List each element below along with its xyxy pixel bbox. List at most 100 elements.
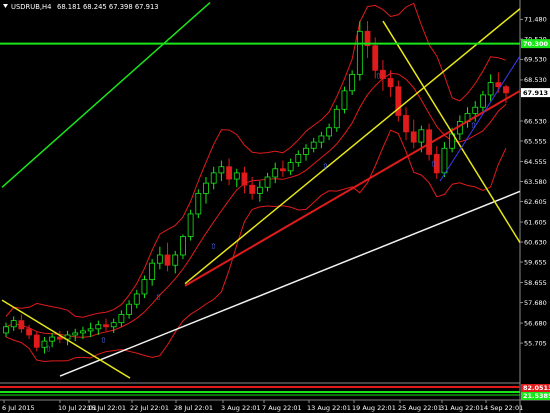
candle-body	[72, 332, 79, 336]
candle-body	[110, 322, 117, 328]
candle-body	[226, 166, 232, 180]
candle-body	[33, 334, 40, 348]
price-tick-label: 64.555	[524, 158, 547, 166]
candle-body	[172, 254, 179, 266]
candle-body	[180, 236, 186, 256]
price-tick-label: 55.705	[524, 339, 547, 347]
level-tag: 70.300	[521, 39, 550, 49]
candle-body	[387, 78, 394, 88]
signal-arrow-icon: ⇧	[430, 160, 437, 169]
candle-body	[295, 154, 302, 164]
time-tick-label: 4 Sep 22:01	[484, 404, 523, 412]
time-tick-label: 6 Jul 2015	[2, 404, 35, 412]
candle-body	[80, 330, 86, 334]
candle-body	[264, 176, 271, 188]
candle-body	[249, 184, 256, 194]
candle-body	[495, 82, 502, 88]
signal-arrow-icon: ⇧	[375, 72, 382, 81]
candle-body	[480, 94, 486, 108]
signal-arrow-icon: ⇧	[155, 293, 162, 302]
candle-body	[141, 279, 148, 295]
candle-body	[403, 115, 409, 133]
candle-body	[10, 320, 17, 328]
candle-body	[195, 193, 202, 215]
signal-arrow-icon: ⇧	[100, 336, 107, 345]
price-chart[interactable]: ⇧⇧⇧⇧⇧⇧⇧⇧ 71.48070.52069.53068.53066.5306…	[0, 0, 550, 413]
time-tick-label: 31 Aug 22:01	[440, 404, 484, 412]
candle-body	[149, 262, 156, 280]
ohlc-values: 68.181 68.245 67.398 67.913	[57, 3, 159, 11]
indicator-red-value: 82.0513	[523, 384, 550, 392]
candle-body	[341, 90, 348, 110]
signal-arrow-icon: ⇧	[45, 344, 52, 353]
time-tick-label: 25 Aug 22:01	[398, 404, 442, 412]
time-tick-label: 7 Aug 22:01	[262, 404, 302, 412]
signal-arrow-icon: ⇧	[210, 242, 217, 251]
candle-body	[326, 127, 332, 137]
candle-body	[56, 336, 63, 340]
candle-body	[126, 303, 132, 315]
price-tick-label: 57.680	[524, 299, 547, 307]
price-tick-label: 56.680	[524, 319, 547, 327]
current-price-label: 67.913	[523, 89, 548, 97]
candle-body	[318, 135, 325, 143]
candle-body	[503, 86, 509, 94]
candle-body	[103, 324, 109, 328]
candle-body	[356, 30, 363, 75]
candle-body	[472, 106, 479, 114]
time-tick-label: 13 Aug 22:01	[307, 404, 351, 412]
price-tick-label: 61.605	[524, 218, 547, 226]
time-tick-label: 19 Aug 22:01	[352, 404, 396, 412]
candle-body	[349, 74, 356, 92]
price-tick-label: 71.480	[524, 16, 547, 24]
price-tick-label: 58.655	[524, 279, 547, 287]
indicator-green-value: 21.5385	[523, 392, 550, 400]
candle-body	[310, 141, 317, 149]
candle-body	[241, 172, 248, 186]
candle-body	[187, 213, 194, 237]
time-tick-label: 3 Aug 22:01	[221, 404, 261, 412]
candle-body	[203, 182, 209, 194]
candle-body	[280, 168, 286, 172]
price-tick-label: 66.530	[524, 117, 547, 125]
candle-body	[333, 108, 340, 129]
time-tick-label: 16 Jul 22:01	[87, 404, 126, 412]
candle-body	[87, 328, 94, 332]
price-tick-label: 68.530	[524, 76, 547, 84]
candle-body	[418, 129, 425, 143]
price-tick-label: 63.580	[524, 178, 547, 186]
candle-body	[487, 82, 494, 96]
price-tick-label: 62.605	[524, 198, 547, 206]
candle-body	[410, 131, 417, 143]
candle-body	[272, 168, 279, 178]
price-tick-label: 59.655	[524, 258, 547, 266]
candle-body	[372, 45, 379, 71]
candle-body	[256, 186, 263, 194]
chart-header: USDRUB,H4 68.181 68.245 67.398 67.913	[3, 3, 159, 11]
candle-body	[49, 336, 56, 342]
candle-body	[210, 172, 217, 184]
candle-body	[395, 86, 402, 116]
candle-body	[95, 324, 102, 330]
time-tick-label: 22 Jul 22:01	[130, 404, 169, 412]
signal-arrow-icon: ⇧	[322, 162, 329, 171]
price-tick-label: 60.630	[524, 238, 547, 246]
candle-body	[287, 162, 294, 172]
time-tick-label: 28 Jul 22:01	[174, 404, 213, 412]
candle-body	[218, 166, 225, 174]
candle-body	[164, 254, 171, 266]
candle-body	[441, 147, 448, 174]
symbol-name: USDRUB,H4	[11, 3, 51, 11]
current-price-tag: 67.913	[521, 88, 550, 98]
candle-body	[118, 314, 125, 324]
price-tick-label: 65.555	[524, 137, 547, 145]
signal-arrow-icon: ⇧	[470, 121, 477, 130]
candle-body	[133, 293, 140, 305]
level-price-label: 70.300	[523, 40, 549, 48]
candle-body	[156, 254, 163, 264]
candle-body	[233, 172, 240, 180]
price-tick-label: 69.530	[524, 56, 547, 64]
candle-body	[18, 320, 25, 330]
candle-body	[303, 147, 309, 155]
candle-body	[26, 328, 32, 336]
